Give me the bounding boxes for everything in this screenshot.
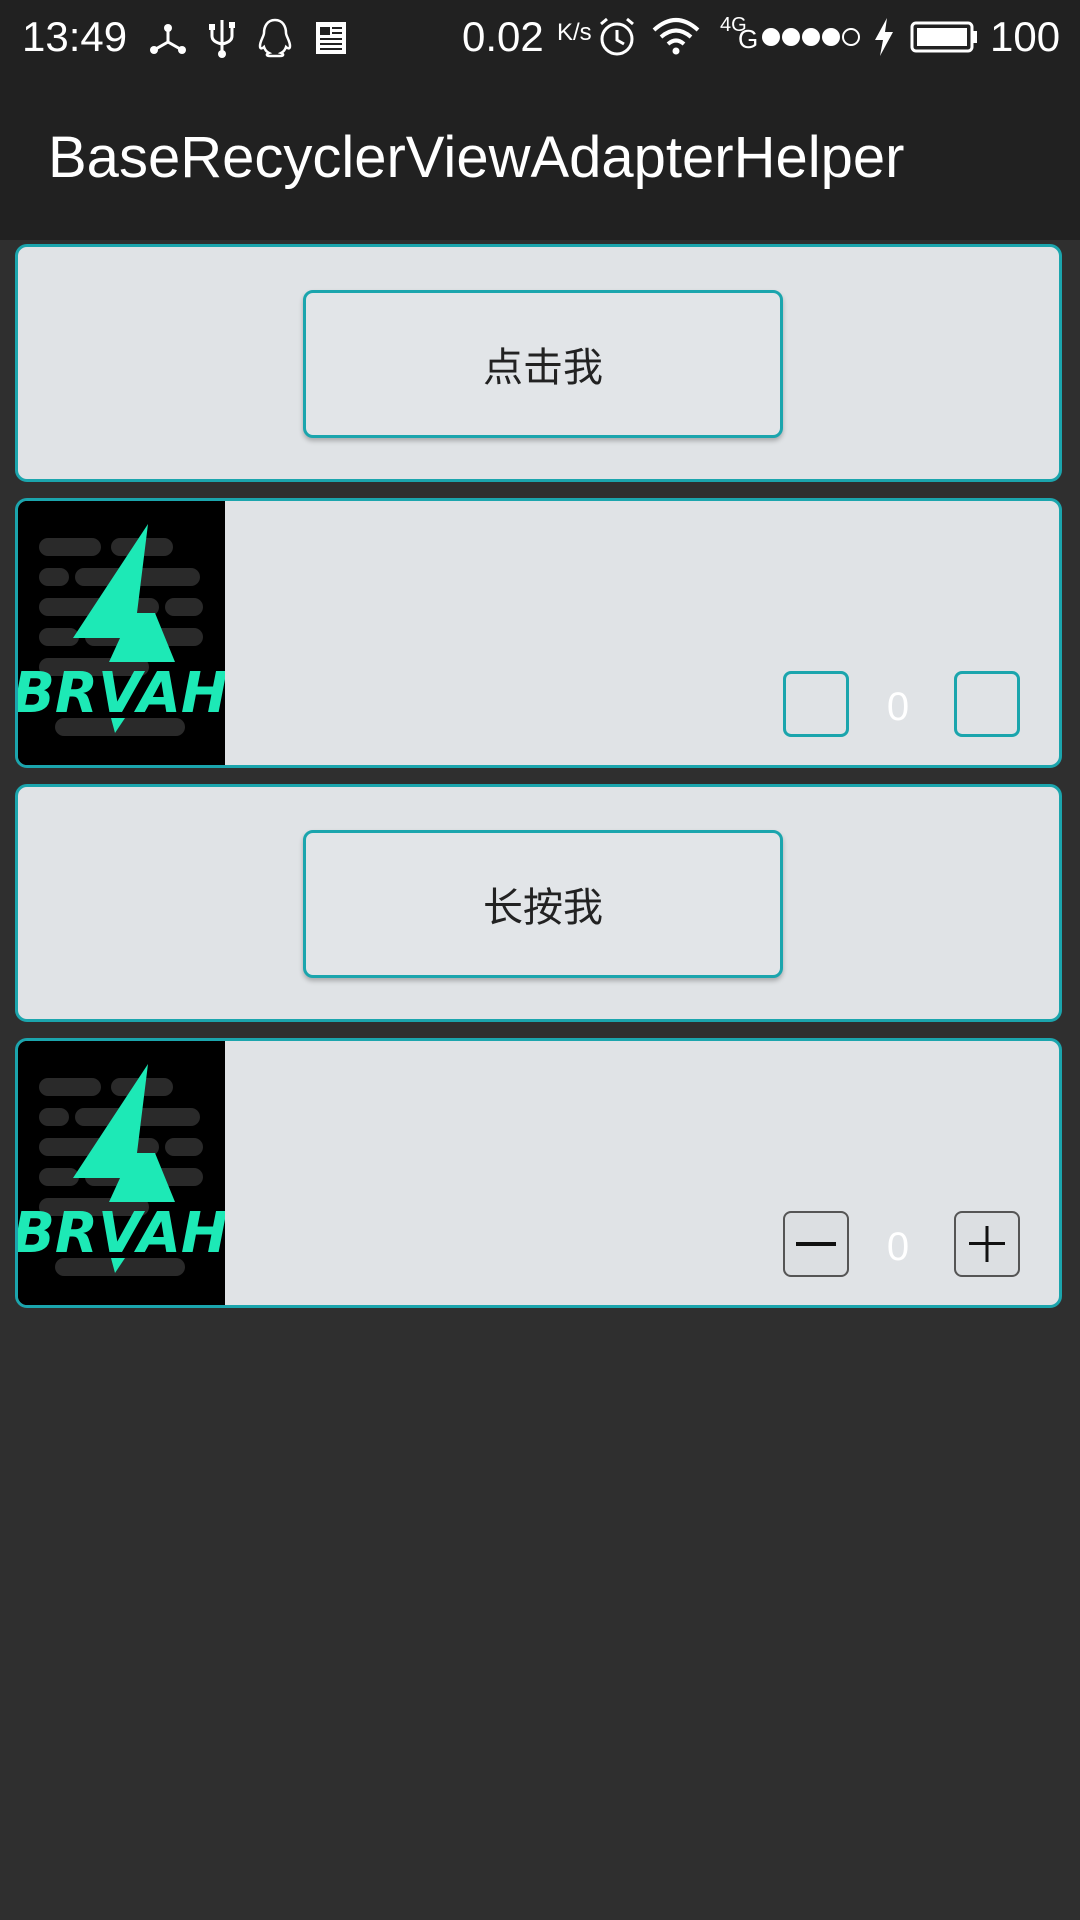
app-toolbar: BaseRecyclerViewAdapterHelper [0,75,1080,240]
signal-icon [762,28,860,46]
increment-button[interactable] [954,1211,1020,1277]
plus-icon [969,1226,1005,1262]
battery-percent: 100 [990,13,1061,60]
counter-value: 0 [886,1225,910,1269]
status-bar: 13:49 0.02 K/s 4G G 100 [0,0,1080,75]
long-press-button[interactable]: 长按我 [303,830,783,978]
list-item-counter: BRVAH 0 [15,1038,1062,1308]
wifi-icon [652,18,700,55]
svg-text:G: G [738,24,758,54]
share-icon [150,24,186,54]
data-arrows-icon: G [738,24,758,54]
logo-text: BRVAH [15,661,225,726]
increment-button[interactable] [954,671,1020,737]
list-item-longpress: 长按我 [15,784,1062,1022]
logo-text: BRVAH [15,1201,225,1266]
network-speed: 0.02 [462,13,544,60]
page-title: BaseRecyclerViewAdapterHelper [48,125,905,190]
charging-icon [875,18,893,56]
brvah-logo-icon: BRVAH [15,1041,225,1305]
battery-icon [910,21,977,53]
list-item-counter: BRVAH 0 [15,498,1062,768]
click-me-button[interactable]: 点击我 [303,290,783,438]
status-time: 13:49 [22,13,128,60]
decrement-button[interactable] [783,1211,849,1277]
qq-icon [258,18,292,58]
usb-icon [209,20,235,58]
decrement-button[interactable] [783,671,849,737]
counter-value: 0 [886,685,910,729]
minus-icon [796,1242,836,1246]
alarm-icon [600,17,634,56]
network-speed-unit: K/s [557,19,592,46]
news-icon [316,22,346,54]
list-item-click: 点击我 [15,244,1062,482]
brvah-logo-icon: BRVAH [15,501,225,765]
